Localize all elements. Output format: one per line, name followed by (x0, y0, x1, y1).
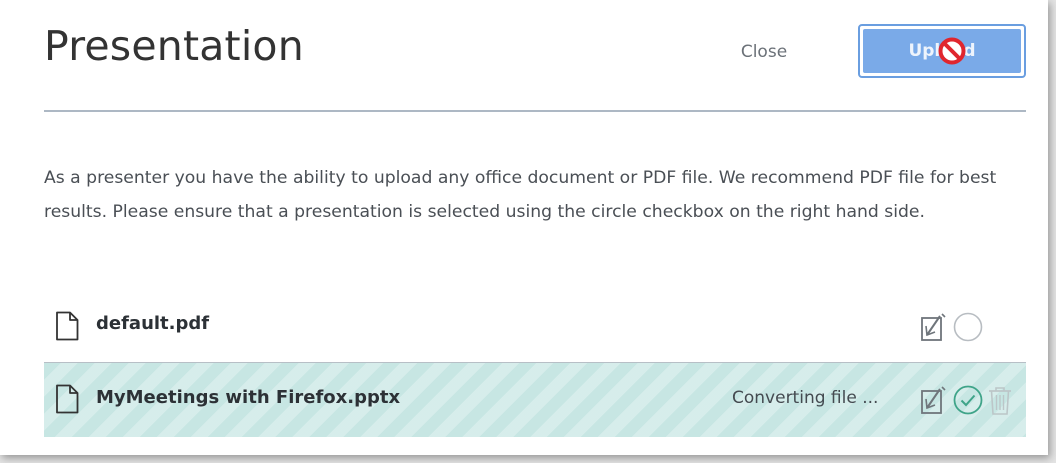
header-divider (44, 110, 1026, 112)
file-name: MyMeetings with Firefox.pptx (96, 387, 401, 408)
presentation-upload-modal: Presentation Close Upload As a presenter… (0, 0, 1048, 455)
upload-button[interactable]: Upload (858, 24, 1026, 78)
file-row-default-pdf[interactable]: default.pdf (44, 289, 1026, 363)
file-name: default.pdf (96, 313, 210, 334)
upload-instructions: As a presenter you have the ability to u… (44, 168, 997, 222)
select-circle-icon[interactable] (952, 311, 984, 343)
download-toggle-icon[interactable] (920, 313, 946, 343)
not-allowed-icon (938, 37, 966, 65)
close-button[interactable]: Close (732, 38, 796, 66)
file-icon (56, 384, 79, 414)
trash-icon[interactable] (987, 385, 1013, 417)
modal-title: Presentation (44, 22, 304, 70)
check-circle-icon[interactable] (952, 384, 984, 416)
file-row-pptx[interactable]: MyMeetings with Firefox.pptx Converting … (44, 363, 1026, 437)
file-icon (56, 311, 79, 341)
download-toggle-icon[interactable] (920, 386, 946, 416)
conversion-status: Converting file ... (732, 388, 879, 408)
